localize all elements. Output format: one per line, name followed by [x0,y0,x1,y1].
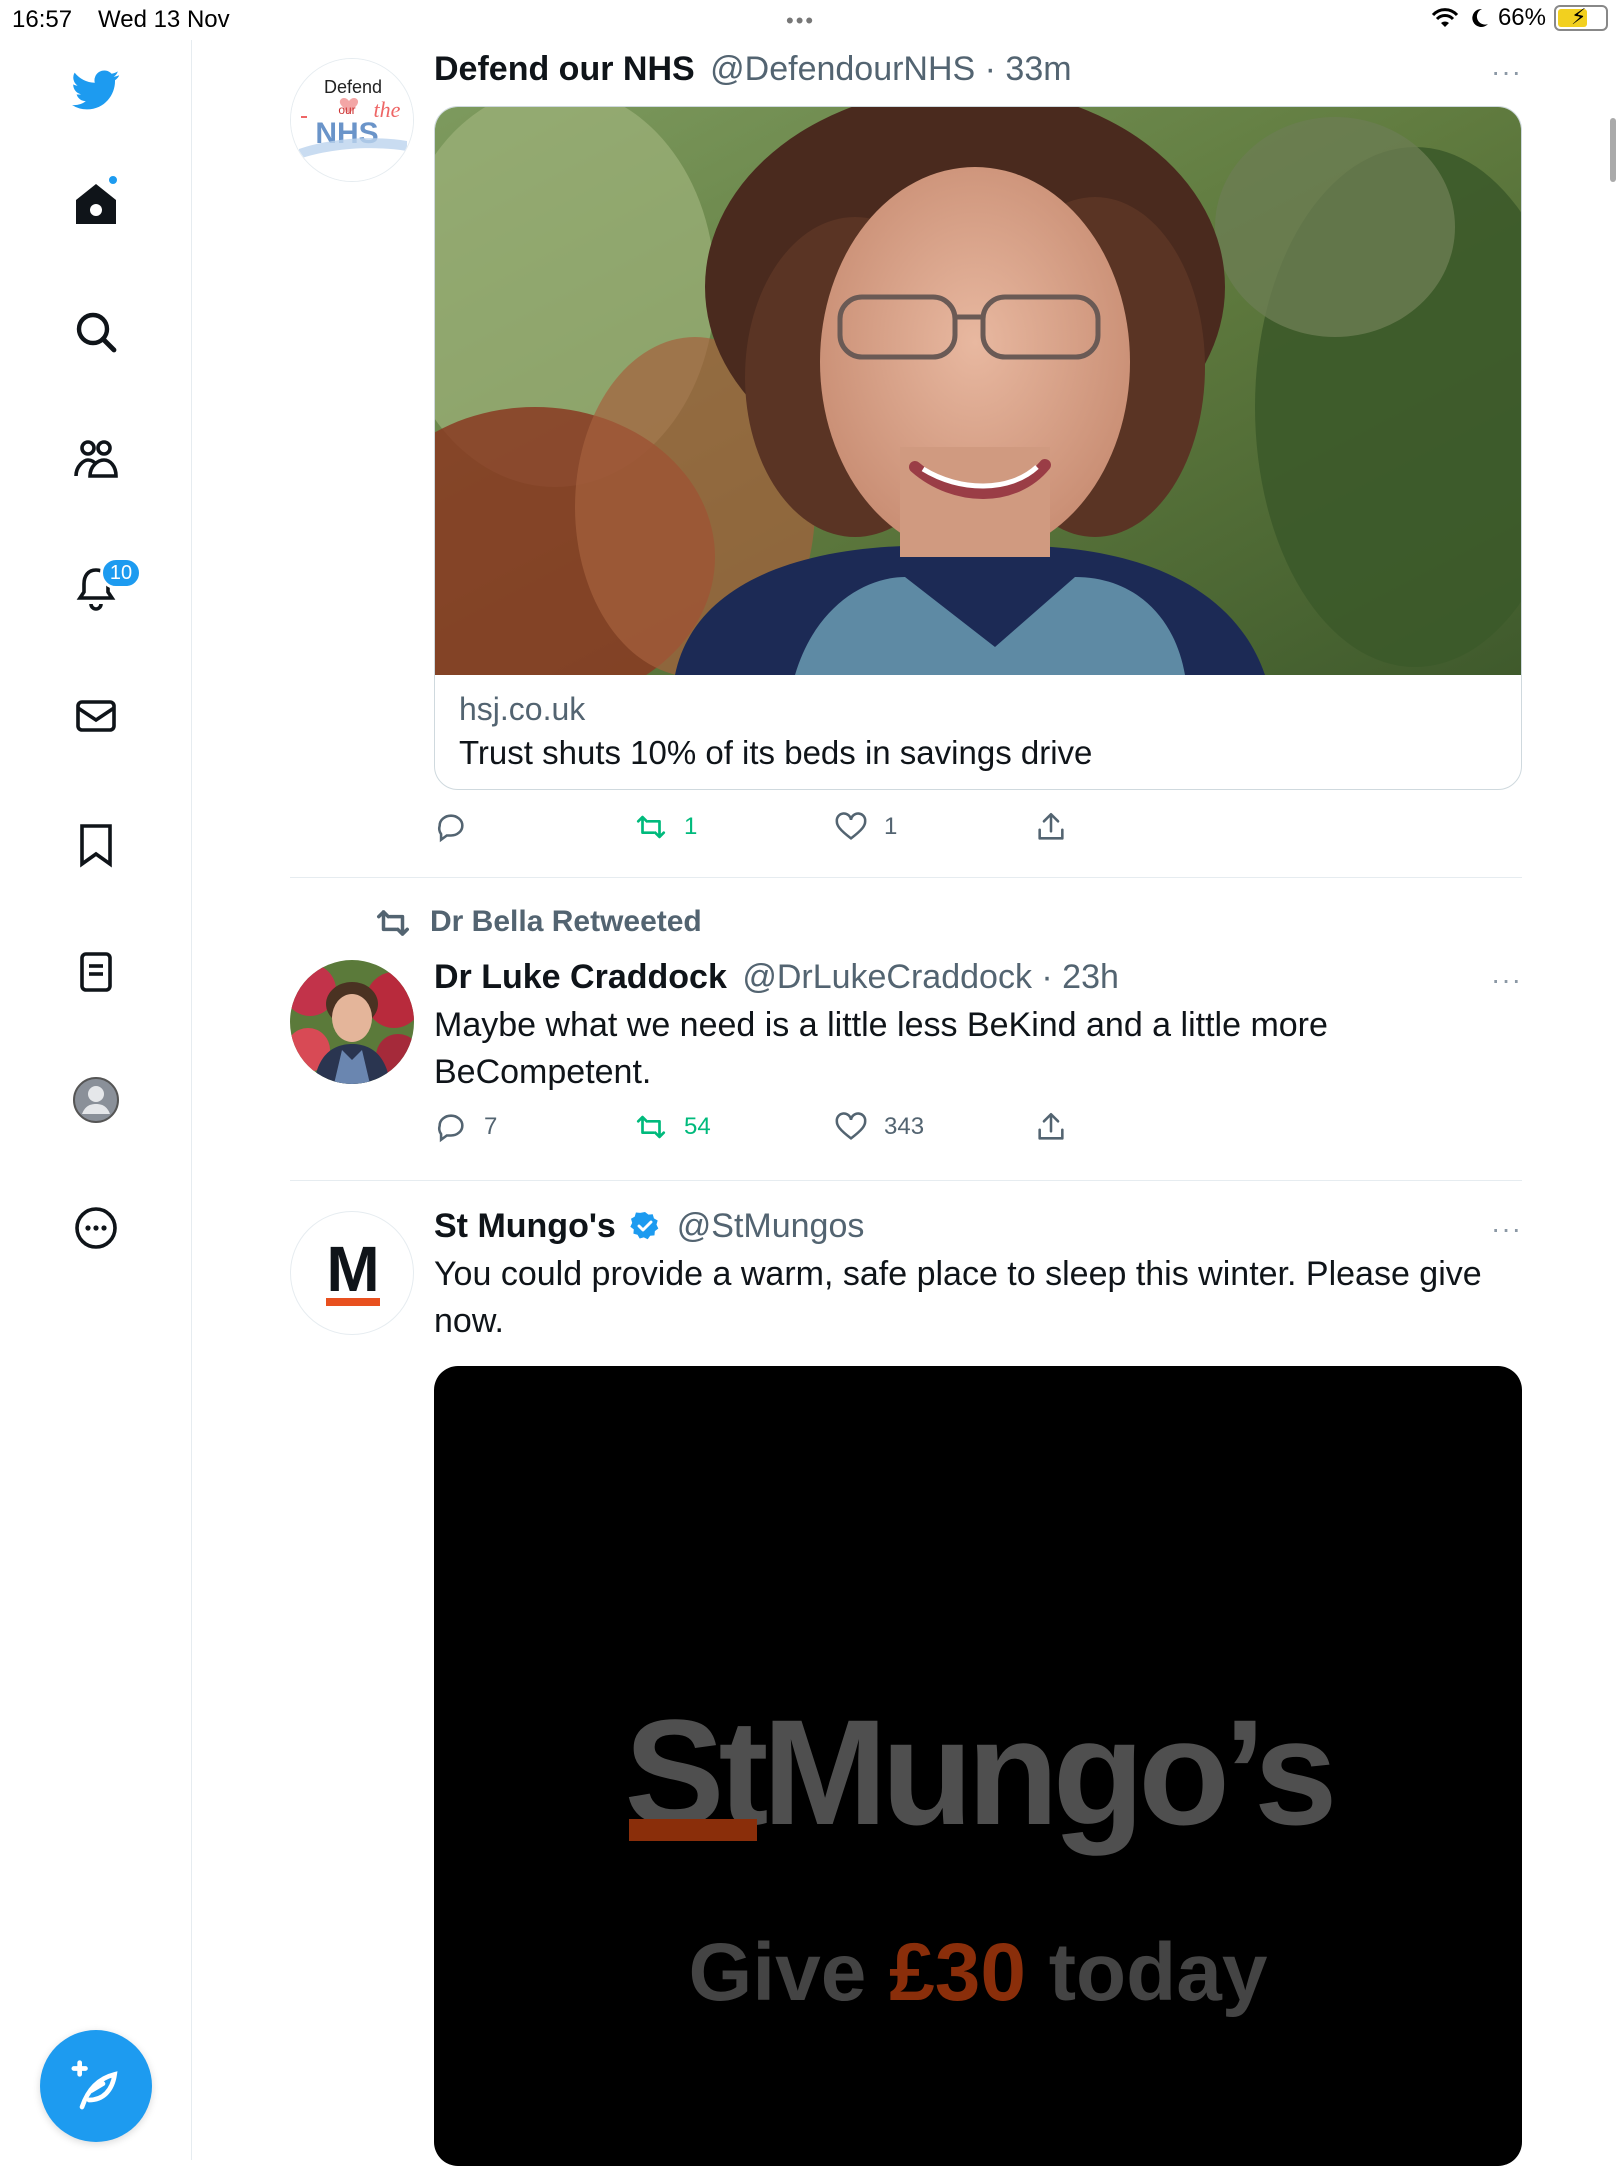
status-right: 66% ⚡ [1430,4,1608,32]
avatar-dr-luke-craddock[interactable] [290,960,414,1084]
list-icon [80,952,112,992]
battery-percent: 66% [1497,4,1546,31]
compose-tweet-button[interactable] [40,2030,152,2142]
reply-button[interactable] [434,810,484,844]
bird-icon [72,70,120,110]
status-time: 16:57 [12,6,73,33]
reply-count: 7 [484,1113,498,1140]
tweet-header: Defend our NHS @DefendourNHS · 33m [434,50,1072,89]
twitter-logo-button[interactable] [66,60,126,120]
share-icon [1038,1112,1064,1140]
avatar-icon [73,1077,119,1123]
share-button[interactable] [1034,810,1068,844]
status-bar: 16:57 Wed 13 Nov ••• 66% ⚡ [0,0,1620,40]
mungos-logo-letter: M [326,1233,380,1305]
avatar-defend-our-nhs[interactable]: Defend our the NHS [290,58,414,182]
retweet-icon [636,1115,666,1139]
sidebar-nav: 10 [0,40,192,2160]
heart-icon [835,1112,867,1140]
scrollbar[interactable] [1610,118,1616,182]
author-name[interactable]: Dr Luke Craddock [434,958,727,996]
wordmark-rest: Mungo’s [762,1688,1338,1856]
mungos-logo-underline [326,1298,380,1306]
home-unread-dot [107,174,119,186]
tweet-header: St Mungo's @StMungos [434,1207,864,1246]
nav-lists[interactable] [66,942,126,1002]
tweet-defend-our-nhs[interactable]: Defend our the NHS Defend our NHS @Defen… [290,40,1522,843]
home-icon [76,184,116,224]
tweet-actions: 1 1 [434,810,1522,850]
moon-icon [1472,8,1488,27]
like-button[interactable]: 343 [834,1110,924,1144]
tweet-dr-luke-craddock[interactable]: Dr Bella Retweeted Dr Luke Craddock @DrL… [290,878,1522,1180]
like-count: 1 [884,813,898,840]
more-circle-icon [75,1207,117,1249]
give-today: today [1048,1927,1268,2018]
nav-communities[interactable] [66,430,126,490]
mail-icon [76,700,116,732]
avatar-st-mungos[interactable]: M [290,1211,414,1335]
heart-icon [835,812,867,840]
defend-nhs-logo: Defend our the NHS [291,59,413,181]
search-icon [76,312,117,353]
reply-button[interactable]: 7 [434,1110,497,1144]
author-handle-time[interactable]: @DefendourNHS · 33m [710,50,1071,88]
logo-text-defend: Defend [324,77,382,97]
author-name[interactable]: Defend our NHS [434,50,695,88]
retweet-count: 1 [684,813,698,840]
wordmark-st: St [624,1688,769,1856]
link-card[interactable]: hsj.co.uk Trust shuts 10% of its beds in… [434,106,1522,790]
reply-icon [438,814,464,843]
retweeted-by-label[interactable]: Dr Bella Retweeted [374,904,702,942]
people-icon [74,440,118,478]
retweeted-by-text: Dr Bella Retweeted [430,904,702,938]
retweet-button[interactable]: 1 [634,810,697,844]
charging-icon: ⚡ [1571,4,1587,29]
tweet-header: Dr Luke Craddock @DrLukeCraddock · 23h [434,958,1119,997]
tweet-st-mungos[interactable]: M St Mungo's @StMungos ··· You could pro… [290,1181,1522,2166]
bookmark-icon [80,824,112,868]
link-card-domain: hsj.co.uk [459,691,586,727]
wifi-icon [1431,8,1459,27]
tweet-text: You could provide a warm, safe place to … [434,1255,1482,1340]
author-handle-time[interactable]: @DrLukeCraddock · 23h [742,958,1119,996]
status-date: Wed 13 Nov [98,6,230,33]
verified-badge-icon [630,1212,659,1240]
mungos-wordmark: St Mungo’s [434,1686,1522,1859]
share-button[interactable] [1034,1110,1068,1144]
nav-profile[interactable] [66,1070,126,1130]
notification-count-badge: 10 [100,557,142,589]
reply-icon [438,1114,464,1143]
like-count: 343 [884,1113,925,1140]
retweet-small-icon [377,910,409,936]
share-icon [1038,812,1064,840]
multitasking-dots[interactable]: ••• [786,8,815,34]
give-amount: £30 [889,1927,1026,2018]
logo-text-our: our [338,103,355,117]
like-button[interactable]: 1 [834,810,897,844]
tweet-text: Maybe what we need is a little less BeKi… [434,1006,1328,1091]
author-name[interactable]: St Mungo's [434,1207,616,1245]
nav-messages[interactable] [66,686,126,746]
give-tagline: Give £30 today [434,1926,1522,2020]
profile-photo [290,960,414,1084]
promoted-media[interactable]: St Mungo’s Give £30 today [434,1366,1522,2166]
author-handle[interactable]: @StMungos [677,1207,865,1245]
tweet-more-button[interactable]: ··· [1491,964,1522,996]
tweet-actions: 7 54 343 [434,1110,1522,1150]
tweet-more-button[interactable]: ··· [1491,1213,1522,1245]
retweet-button[interactable]: 54 [634,1110,711,1144]
link-card-image [435,107,1521,675]
nav-bookmarks[interactable] [66,814,126,874]
compose-feather-icon [71,2060,118,2110]
battery-icon: ⚡ [1554,4,1608,31]
wordmark-underline [628,1819,757,1841]
retweet-count: 54 [684,1113,711,1140]
nav-more[interactable] [66,1198,126,1258]
retweet-icon [636,815,666,839]
tweet-more-button[interactable]: ··· [1491,56,1522,88]
nav-explore[interactable] [66,302,126,362]
link-card-title: Trust shuts 10% of its beds in savings d… [459,734,1093,771]
give-word: Give [688,1927,867,2018]
